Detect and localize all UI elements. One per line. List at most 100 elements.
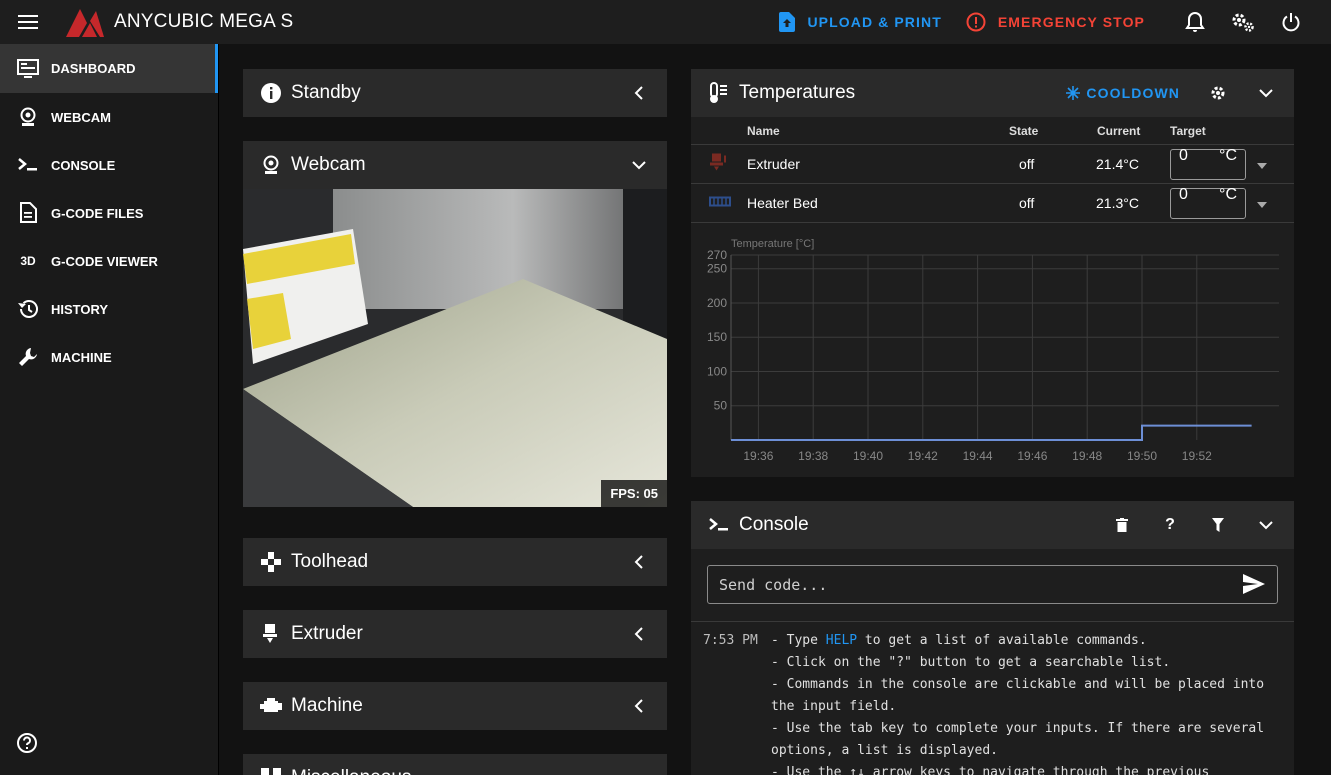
y-tick-label: 200 <box>707 296 727 310</box>
chevron-left-icon[interactable] <box>627 694 651 718</box>
console-panel-header: Console ? <box>691 501 1294 549</box>
console-title: Console <box>739 514 809 535</box>
sidebar-item-label: CONSOLE <box>51 157 116 173</box>
gamepad-icon <box>259 550 283 574</box>
settings-gear-icon[interactable] <box>1206 81 1230 105</box>
webcam-icon <box>16 105 40 129</box>
chevron-left-icon[interactable] <box>627 550 651 574</box>
caret-down-icon[interactable] <box>1257 156 1267 172</box>
question-mark-icon[interactable]: ? <box>1158 513 1182 537</box>
temperatures-panel-header: Temperatures COOLDOWN <box>691 69 1294 117</box>
misc-panel: Miscellaneous <box>243 754 667 775</box>
x-tick-label: 19:48 <box>1072 449 1102 463</box>
webcam-title: Webcam <box>291 154 366 175</box>
machine-panel-header[interactable]: Machine <box>243 682 667 730</box>
standby-panel-header[interactable]: Standby <box>243 69 667 117</box>
sidebar: DASHBOARD WEBCAM CONSOLE G-CODE FILES 3D… <box>0 44 219 775</box>
log-line-2: - Click on the "?" button to get a searc… <box>771 655 1171 670</box>
upload-file-icon <box>779 12 796 32</box>
emergency-stop-label: EMERGENCY STOP <box>997 14 1145 30</box>
console-input-field[interactable] <box>707 565 1278 604</box>
send-code-input[interactable] <box>708 566 1228 603</box>
heater-state: off <box>1019 195 1035 211</box>
filter-icon[interactable] <box>1206 513 1230 537</box>
alert-circle-icon <box>966 12 986 32</box>
temperature-chart: Temperature [°C] 50 100 150 200 250270 19:36 19… <box>707 238 1279 463</box>
log-line-3: - Commands in the console are clickable … <box>771 677 1272 714</box>
cooldown-button[interactable]: COOLDOWN <box>1066 85 1180 101</box>
misc-panel-header[interactable]: Miscellaneous <box>243 754 667 775</box>
y-axis-label: Temperature [°C] <box>731 238 814 250</box>
y-tick-label: 50 <box>714 399 728 413</box>
sidebar-item-label: WEBCAM <box>51 109 111 125</box>
sidebar-item-gcode-viewer[interactable]: 3D G-CODE VIEWER <box>0 237 218 285</box>
x-tick-label: 19:44 <box>963 449 993 463</box>
col-state: State <box>1009 123 1039 138</box>
console-icon <box>707 513 731 537</box>
target-unit: °C <box>1219 147 1237 164</box>
table-header-row: Name State Current Target <box>691 117 1294 145</box>
snowflake-icon <box>1066 86 1081 100</box>
table-row: Extruder off 21.4°C 0 °C <box>691 145 1294 184</box>
extruder-heater-icon <box>709 153 727 176</box>
machine-panel: Machine <box>243 682 667 730</box>
extruder-title: Extruder <box>291 623 363 644</box>
webcam-panel: Webcam FPS: 05 <box>243 141 667 507</box>
sidebar-item-dashboard[interactable]: DASHBOARD <box>0 44 218 93</box>
heater-name[interactable]: Extruder <box>747 156 800 172</box>
webcam-stream: FPS: 05 <box>243 189 667 507</box>
log-line-1-post: to get a list of available commands. <box>857 633 1147 648</box>
heater-bed-icon <box>709 195 731 212</box>
grid-icon <box>259 766 283 775</box>
log-timestamp: 7:53 PM <box>703 633 758 648</box>
file-icon <box>16 201 40 225</box>
bell-icon[interactable] <box>1171 0 1219 44</box>
toolhead-panel-header[interactable]: Toolhead <box>243 538 667 586</box>
log-line-5: - Use the ↑↓ arrow keys to navigate thro… <box>771 765 1210 775</box>
sidebar-item-history[interactable]: HISTORY <box>0 285 218 333</box>
3d-icon: 3D <box>20 254 36 268</box>
webcam-icon <box>259 153 283 177</box>
y-tick-label: 270 <box>707 248 727 262</box>
chevron-down-icon[interactable] <box>1254 513 1278 537</box>
sidebar-item-machine[interactable]: MACHINE <box>0 333 218 381</box>
send-icon[interactable] <box>1243 574 1265 599</box>
help-command-link[interactable]: HELP <box>826 633 857 648</box>
target-temp-input[interactable]: 0 °C <box>1170 186 1246 219</box>
chevron-down-icon[interactable] <box>1254 81 1278 105</box>
menu-icon[interactable] <box>0 0 56 44</box>
heater-name[interactable]: Heater Bed <box>747 195 818 211</box>
trash-icon[interactable] <box>1110 513 1134 537</box>
sidebar-item-label: MACHINE <box>51 349 112 365</box>
sidebar-item-webcam[interactable]: WEBCAM <box>0 93 218 141</box>
app-title: ANYCUBIC MEGA S <box>114 11 294 32</box>
x-tick-label: 19:52 <box>1182 449 1212 463</box>
heater-current: 21.3°C <box>1096 195 1139 211</box>
help-circle-icon[interactable] <box>16 732 38 759</box>
chevron-down-icon[interactable] <box>627 153 651 177</box>
upload-print-button[interactable]: UPLOAD & PRINT <box>767 0 953 44</box>
webcam-panel-header[interactable]: Webcam <box>243 141 667 189</box>
heater-current: 21.4°C <box>1096 156 1139 172</box>
temperature-table: Name State Current Target Extruder off 2… <box>691 117 1294 223</box>
chevron-left-icon[interactable] <box>627 81 651 105</box>
caret-down-icon[interactable] <box>1257 195 1267 211</box>
sidebar-item-label: G-CODE VIEWER <box>51 253 158 269</box>
target-value: 0 <box>1179 186 1188 203</box>
extruder-panel-header[interactable]: Extruder <box>243 610 667 658</box>
toolhead-title: Toolhead <box>291 551 369 572</box>
sidebar-item-label: HISTORY <box>51 301 109 317</box>
info-icon <box>259 81 283 105</box>
chevron-left-icon[interactable] <box>627 622 651 646</box>
gears-icon[interactable] <box>1219 0 1267 44</box>
heater-state: off <box>1019 156 1035 172</box>
target-temp-input[interactable]: 0 °C <box>1170 147 1246 180</box>
sidebar-item-gcode-files[interactable]: G-CODE FILES <box>0 189 218 237</box>
thermometer-icon <box>707 81 731 105</box>
x-tick-label: 19:42 <box>908 449 938 463</box>
sidebar-item-console[interactable]: CONSOLE <box>0 141 218 189</box>
printer-nozzle-icon <box>259 622 283 646</box>
emergency-stop-button[interactable]: EMERGENCY STOP <box>954 0 1157 44</box>
power-icon[interactable] <box>1267 0 1315 44</box>
misc-title: Miscellaneous <box>291 767 651 775</box>
